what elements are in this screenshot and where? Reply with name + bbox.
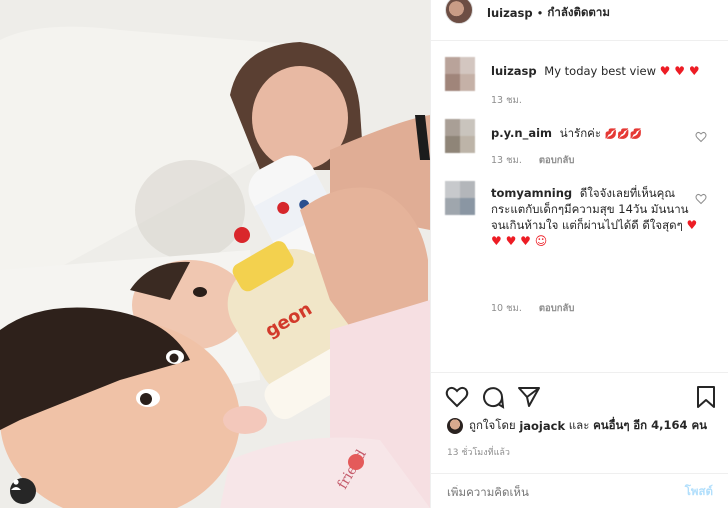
comments-list[interactable]: luizasp My today best view ♥ ♥ ♥ 13 ชม. …	[431, 40, 728, 372]
caption-hearts: ♥ ♥ ♥	[659, 64, 700, 78]
likes-count[interactable]: อีก 4,164 คน	[633, 417, 707, 435]
share-paper-plane-icon[interactable]	[517, 385, 541, 409]
likes-conj: และ	[568, 418, 590, 432]
caption-avatar[interactable]	[445, 57, 475, 91]
like-comment-heart-icon[interactable]	[695, 193, 707, 205]
comment-text: น่ารักค่ะ	[559, 126, 602, 140]
likes-prefix: ถูกใจโดย	[469, 418, 516, 432]
likes-others-link[interactable]: คนอื่นๆ	[593, 417, 630, 435]
author-username[interactable]: luizasp	[487, 6, 533, 20]
caption-text: My today best view	[544, 64, 657, 78]
commenter-avatar[interactable]	[445, 119, 475, 153]
tag-people-button[interactable]	[10, 478, 36, 504]
post-photo: geon friend	[0, 0, 430, 508]
comment-username[interactable]: tomyamning	[491, 186, 572, 200]
follow-status-button[interactable]: กำลังติดตาม	[547, 4, 610, 22]
likes-summary: ถูกใจโดย jaojack และ คนอื่นๆ อีก 4,164 ค…	[447, 417, 707, 435]
author-avatar[interactable]	[445, 0, 473, 24]
comment-time[interactable]: 13 ชม.	[491, 155, 522, 166]
commenter-avatar[interactable]	[445, 181, 475, 215]
comment-bubble-icon[interactable]	[481, 385, 505, 409]
caption-meta: 13 ชม.	[491, 93, 536, 108]
reply-button[interactable]: ตอบกลับ	[539, 303, 575, 314]
post-comment-button[interactable]: โพสต์	[685, 483, 713, 501]
like-comment-heart-icon[interactable]	[695, 131, 707, 143]
caption-text-block: luizasp My today best view ♥ ♥ ♥	[491, 63, 703, 79]
add-comment-input[interactable]	[447, 484, 647, 499]
liker-avatar[interactable]	[447, 418, 463, 434]
header-separator: •	[536, 6, 544, 20]
post-header: luizasp • กำลังติดตาม	[431, 0, 728, 26]
person-icon	[11, 479, 21, 490]
comment-text-block: p.y.n_aim น่ารักค่ะ 💋💋💋	[491, 125, 703, 143]
add-comment-bar: โพสต์	[431, 473, 728, 508]
comment-username[interactable]: p.y.n_aim	[491, 126, 552, 140]
post-side-panel: luizasp • กำลังติดตาม luizasp My today b…	[430, 0, 728, 508]
comment-emoji: 💋💋💋	[604, 129, 643, 140]
post-timestamp[interactable]: 13 ชั่วโมงที่แล้ว	[447, 445, 510, 459]
comment-text-block: tomyamning ดีใจจังเลยที่เห็นคุณกระแตกับเ…	[491, 185, 703, 249]
like-heart-icon[interactable]	[445, 385, 469, 409]
caption-username[interactable]: luizasp	[491, 64, 537, 78]
post-actions: ถูกใจโดย jaojack และ คนอื่นๆ อีก 4,164 ค…	[431, 372, 728, 502]
reply-button[interactable]: ตอบกลับ	[539, 155, 575, 166]
comment-meta: 13 ชม. ตอบกลับ	[491, 153, 588, 168]
comment-meta: 10 ชม. ตอบกลับ	[491, 301, 588, 316]
save-bookmark-icon[interactable]	[695, 385, 717, 409]
comment-time[interactable]: 10 ชม.	[491, 303, 522, 314]
liker-username[interactable]: jaojack	[519, 419, 565, 433]
caption-time[interactable]: 13 ชม.	[491, 95, 522, 106]
photo-illustration: geon friend	[0, 0, 430, 508]
